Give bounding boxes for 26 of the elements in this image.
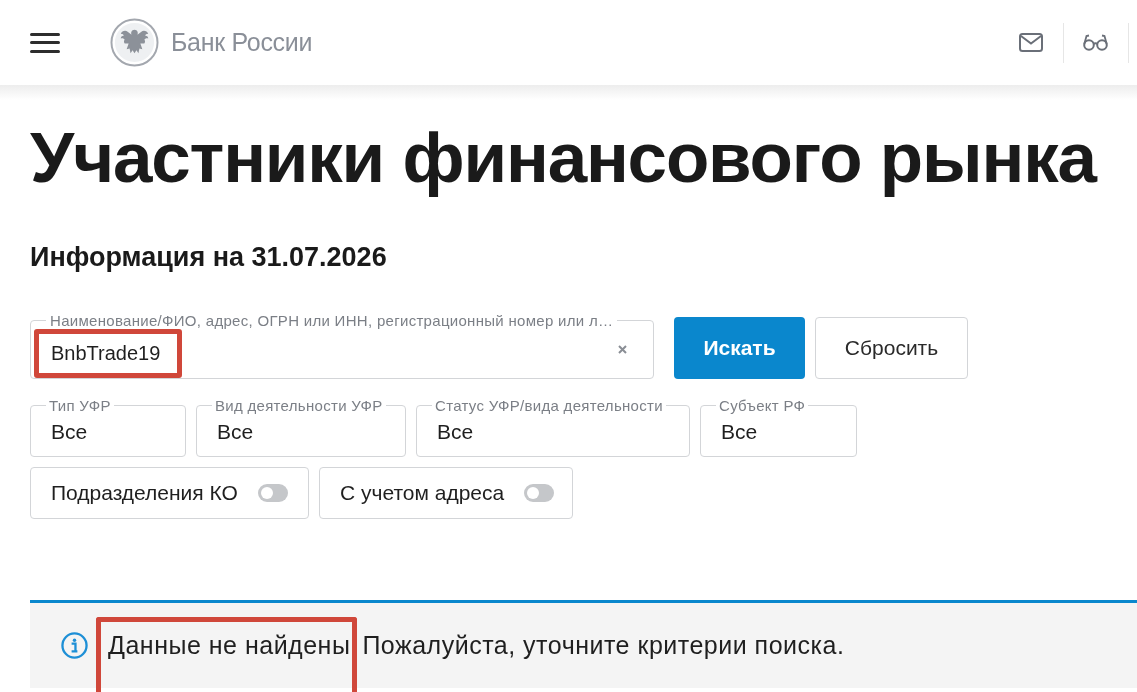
menu-icon[interactable]: [30, 32, 60, 53]
toggle-switch[interactable]: [524, 484, 555, 502]
toggle-switch[interactable]: [257, 484, 288, 502]
emblem-icon[interactable]: [110, 18, 159, 67]
clear-icon[interactable]: [618, 345, 627, 354]
field-label: Тип УФР: [48, 398, 112, 413]
field-label: Статус УФР/вида деятельности: [434, 398, 664, 413]
mail-icon[interactable]: [1019, 33, 1043, 52]
search-field[interactable]: Наименование/ФИО, адрес, ОГРН или ИНН, регистрационный номер или л… BnbTrade19: [30, 313, 654, 379]
filter-select[interactable]: Тип УФР Все: [30, 398, 186, 457]
reset-button[interactable]: Сбросить: [815, 317, 968, 379]
toggle-label: Подразделения КО: [51, 480, 238, 507]
info-date-heading: Информация на 31.07.2026: [30, 241, 387, 274]
field-label: Наименование/ФИО, адрес, ОГРН или ИНН, регистрационный номер или л…: [49, 313, 615, 328]
toggle-label: С учетом адреса: [340, 480, 505, 507]
field-label: Субъект РФ: [718, 398, 807, 413]
filter-select[interactable]: Вид деятельности УФР Все: [196, 398, 406, 457]
notice-text: Пожалуйста, уточните критерии поиска.: [362, 630, 845, 659]
page-title: Участники финансового рынка: [30, 118, 1096, 198]
field-label: Вид деятельности УФР: [214, 398, 384, 413]
search-button[interactable]: Искать: [674, 317, 805, 379]
glasses-icon[interactable]: [1083, 34, 1108, 51]
filter-select[interactable]: Субъект РФ Все: [700, 398, 857, 457]
notice-title: Данные не найдены: [108, 630, 351, 659]
info-icon: [61, 632, 88, 659]
filter-select[interactable]: Статус УФР/вида деятельности Все: [416, 398, 690, 457]
